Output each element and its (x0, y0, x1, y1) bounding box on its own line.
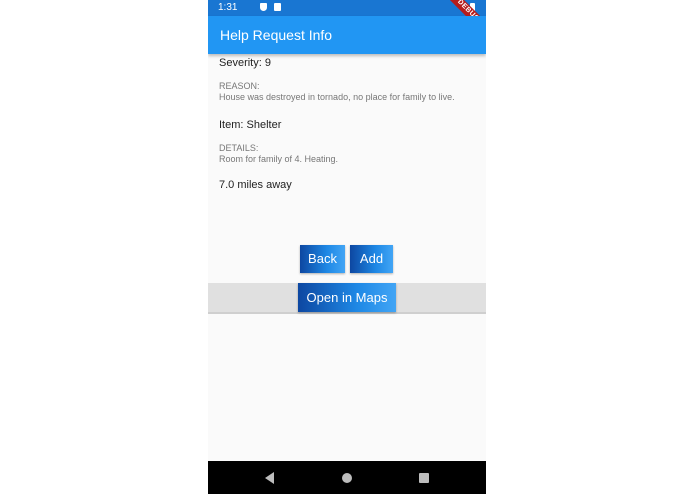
reason-label: REASON: (219, 81, 260, 91)
sd-card-icon (274, 3, 281, 11)
details-text: Room for family of 4. Heating. (219, 154, 339, 164)
maps-bar: Open in Maps (208, 283, 486, 314)
reason-text: House was destroyed in tornado, no place… (219, 92, 455, 102)
item-text: Item: Shelter (219, 119, 282, 131)
details-label: DETAILS: (219, 143, 259, 153)
shield-icon (260, 3, 267, 11)
phone-screen: 1:31 DEBUG Help Request Info Severity: 9… (208, 0, 486, 494)
nav-back-icon[interactable] (265, 472, 274, 484)
open-in-maps-button[interactable]: Open in Maps (298, 283, 396, 312)
app-bar: Help Request Info (208, 16, 486, 54)
status-time: 1:31 (218, 2, 238, 13)
severity-text: Severity: 9 (219, 57, 271, 69)
nav-recents-icon[interactable] (419, 473, 429, 483)
status-bar: 1:31 DEBUG (208, 0, 486, 43)
nav-home-icon[interactable] (342, 473, 352, 483)
distance-text: 7.0 miles away (219, 179, 292, 191)
page-title: Help Request Info (220, 27, 333, 43)
system-nav-bar (208, 461, 486, 494)
add-button[interactable]: Add (350, 245, 393, 273)
back-button[interactable]: Back (300, 245, 345, 273)
